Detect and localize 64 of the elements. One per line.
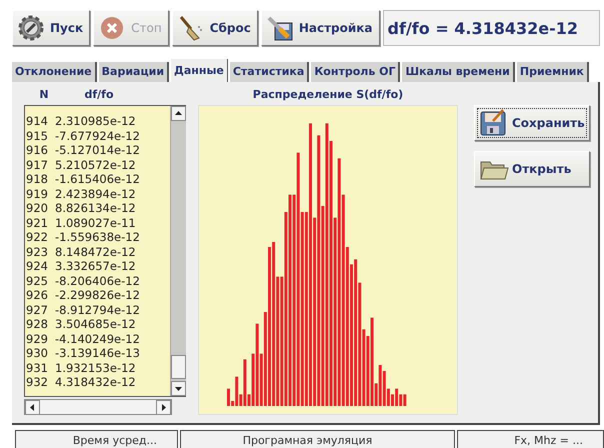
value-cell: -1.559638e-12	[55, 230, 140, 244]
row-number: 919	[26, 186, 49, 201]
row-number: 924	[26, 259, 49, 274]
value-cell: 1.932153e-12	[55, 360, 136, 375]
row-number: 927	[26, 302, 49, 317]
value-cell: -7.677924e-12	[55, 128, 140, 143]
value-cell: 4.318432e-12	[55, 375, 136, 390]
value-cell: 8.826134e-12	[55, 201, 136, 216]
status-field: Програмная эмуляция	[180, 430, 455, 448]
value-cell: -8.912794e-12	[55, 302, 140, 317]
tab[interactable]: Шкалы времени	[402, 62, 515, 82]
value-cell: -2.299826e-12	[55, 288, 140, 302]
value-cell: -4.140249e-12	[55, 332, 140, 346]
scroll-thumb[interactable]	[171, 355, 186, 379]
value-cell: 8.148472e-12	[55, 244, 136, 259]
value-cell: 1.089027e-11	[55, 216, 136, 230]
row-number: 928	[26, 317, 49, 332]
row-number: 915	[26, 128, 49, 143]
toolbar-button[interactable]: Настройка	[260, 10, 380, 46]
value-cell: 2.310985e-12	[55, 114, 136, 128]
tab[interactable]: Отклонение	[12, 62, 97, 82]
row-number: 922	[26, 230, 49, 244]
scroll-left-icon[interactable]	[25, 400, 40, 415]
column-header: N	[38, 88, 50, 101]
action-button[interactable]: Сохранить	[474, 105, 590, 141]
row-number: 930	[26, 346, 49, 360]
tab[interactable]: Контроль ОГ	[311, 62, 400, 82]
row-number: 914	[26, 114, 49, 128]
value-readout: df/fo = 4.318432e-12	[382, 10, 600, 46]
row-number: 923	[26, 244, 49, 259]
status-field: Время усред...	[15, 430, 178, 448]
toolbar-button[interactable]: Сброс	[172, 10, 258, 46]
row-number: 917	[26, 158, 49, 172]
value-cell: 2.423894e-12	[55, 186, 136, 201]
status-field: Fx, Mhz = ...	[457, 430, 604, 448]
tab[interactable]: Данные	[171, 59, 228, 82]
toolbar-button[interactable]: Пуск	[12, 10, 90, 46]
scroll-right-icon[interactable]	[156, 400, 171, 415]
column-header: df/fo	[83, 88, 115, 101]
row-number: 932	[26, 375, 49, 390]
action-button[interactable]: Открыть	[474, 151, 590, 187]
tab[interactable]: Вариации	[98, 62, 170, 82]
value-cell: -1.615406e-12	[55, 172, 140, 186]
row-number: 918	[26, 172, 49, 186]
value-cell: 3.332657e-12	[55, 259, 136, 274]
row-number: 916	[26, 143, 49, 158]
tab[interactable]: Приемник	[516, 62, 589, 82]
value-cell: -5.127014e-12	[55, 143, 140, 158]
row-number: 921	[26, 216, 49, 230]
vertical-scrollbar[interactable]	[170, 106, 186, 396]
scroll-down-icon[interactable]	[171, 381, 186, 396]
value-cell: -8.206406e-12	[55, 274, 140, 288]
row-number: 926	[26, 288, 49, 302]
value-cell: 3.504685e-12	[55, 317, 136, 332]
horizontal-scrollbar[interactable]	[24, 399, 172, 415]
row-number: 920	[26, 201, 49, 216]
tab[interactable]: Статистика	[230, 62, 310, 82]
value-cell: 5.210572e-12	[55, 158, 136, 172]
row-number: 931	[26, 360, 49, 375]
row-number: 925	[26, 274, 49, 288]
chart-title: Распределение S(df/fo)	[252, 87, 404, 103]
scroll-up-icon[interactable]	[171, 106, 186, 121]
value-cell: -3.139146e-13	[55, 346, 140, 360]
row-number: 929	[26, 332, 49, 346]
